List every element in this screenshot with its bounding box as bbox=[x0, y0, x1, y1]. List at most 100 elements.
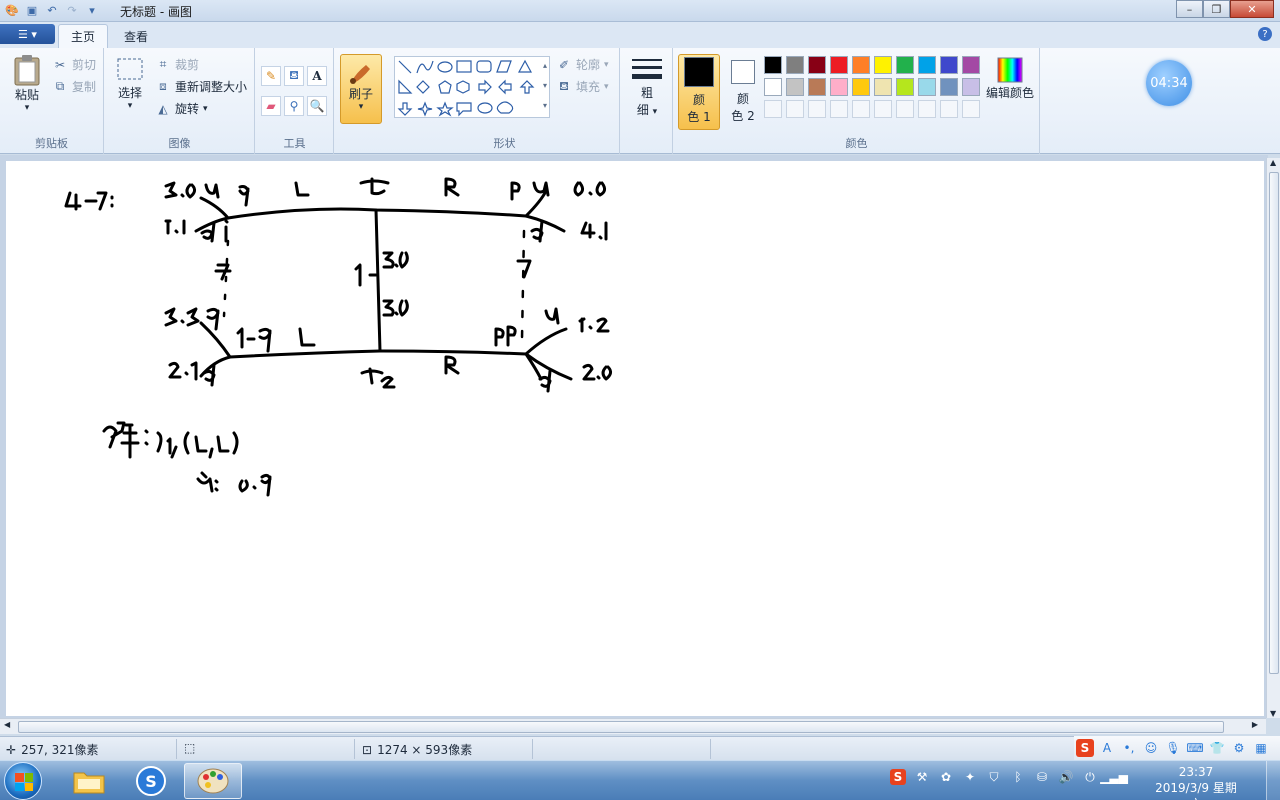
paste-button[interactable]: 粘贴 ▾ bbox=[10, 54, 44, 113]
minimize-button[interactable]: – bbox=[1176, 0, 1203, 18]
fill-tool[interactable]: ⛾ bbox=[284, 66, 304, 86]
color-swatch[interactable] bbox=[786, 56, 804, 74]
custom-color-slot[interactable] bbox=[808, 100, 826, 118]
select-button[interactable]: 选择 ▾ bbox=[113, 56, 147, 111]
pencil-tool[interactable]: ✎ bbox=[261, 66, 281, 86]
sogou-ime-icon[interactable]: S bbox=[1076, 739, 1094, 757]
signal-icon[interactable]: ▁▃▅ bbox=[1100, 769, 1128, 785]
tab-view[interactable]: 查看 bbox=[112, 24, 160, 48]
custom-color-slot[interactable] bbox=[764, 100, 782, 118]
color-swatch[interactable] bbox=[830, 56, 848, 74]
taskbar-paint[interactable] bbox=[184, 763, 242, 799]
color1-selector[interactable]: 颜 色 1 bbox=[678, 54, 720, 130]
crop-button[interactable]: ⌗ 裁剪 bbox=[155, 56, 199, 73]
resize-button[interactable]: ⧈ 重新调整大小 bbox=[155, 78, 247, 95]
volume-icon[interactable]: 🔊 bbox=[1058, 769, 1074, 785]
custom-color-slot[interactable] bbox=[896, 100, 914, 118]
floating-clock-widget[interactable]: 04:34 bbox=[1146, 60, 1192, 106]
taskbar-explorer[interactable] bbox=[60, 763, 118, 799]
drawing-canvas[interactable] bbox=[6, 161, 1264, 716]
color-swatch[interactable] bbox=[852, 78, 870, 96]
color2-selector[interactable]: 颜 色 2 bbox=[722, 54, 764, 130]
horizontal-scrollbar[interactable]: ◀ ▶ bbox=[0, 718, 1266, 734]
custom-color-slot[interactable] bbox=[962, 100, 980, 118]
copy-button[interactable]: ⧉ 复制 bbox=[52, 78, 96, 95]
close-button[interactable]: ✕ bbox=[1230, 0, 1274, 18]
vertical-scrollbar[interactable]: ▲ ▼ bbox=[1266, 158, 1280, 718]
shapes-scroll[interactable]: ▴ ▾ ▾ bbox=[540, 56, 550, 118]
color-swatch[interactable] bbox=[918, 78, 936, 96]
power-icon[interactable]: ⏻ bbox=[1082, 769, 1098, 785]
vertical-scroll-thumb[interactable] bbox=[1269, 172, 1279, 674]
show-desktop-button[interactable] bbox=[1266, 761, 1280, 800]
color-swatch[interactable] bbox=[852, 56, 870, 74]
network-icon[interactable]: ⛁ bbox=[1034, 769, 1050, 785]
help-icon[interactable]: ? bbox=[1258, 27, 1272, 41]
color-swatch[interactable] bbox=[786, 78, 804, 96]
eraser-tool[interactable]: ▰ bbox=[261, 96, 281, 116]
color-swatch[interactable] bbox=[896, 56, 914, 74]
color-swatch[interactable] bbox=[962, 56, 980, 74]
customize-qat-icon[interactable]: ▾ bbox=[84, 2, 100, 18]
custom-color-slot[interactable] bbox=[786, 100, 804, 118]
flower-app-icon[interactable]: ✿ bbox=[938, 769, 954, 785]
start-button[interactable] bbox=[4, 762, 42, 800]
file-menu-button[interactable]: ☰ ▾ bbox=[0, 24, 55, 44]
custom-color-slot[interactable] bbox=[918, 100, 936, 118]
sogou-tray-icon[interactable]: S bbox=[890, 769, 906, 785]
color-swatch[interactable] bbox=[874, 78, 892, 96]
paint-palette-icon[interactable]: 🎨 bbox=[4, 2, 20, 18]
ime-tools-icon[interactable]: ⚙ bbox=[1230, 739, 1248, 757]
ime-language-icon[interactable]: A bbox=[1098, 739, 1116, 757]
color-swatch[interactable] bbox=[918, 56, 936, 74]
magnifier-tool[interactable]: 🔍 bbox=[307, 96, 327, 116]
edit-colors-button[interactable]: 编辑颜色 bbox=[984, 56, 1036, 101]
ime-grid-icon[interactable]: ▦ bbox=[1252, 739, 1270, 757]
image-group-label: 图像 bbox=[168, 137, 191, 150]
maximize-button[interactable]: ❐ bbox=[1203, 0, 1230, 18]
ime-voice-icon[interactable]: 🎙 bbox=[1164, 739, 1182, 757]
color-swatch[interactable] bbox=[764, 78, 782, 96]
color-swatch[interactable] bbox=[940, 78, 958, 96]
custom-color-slot[interactable] bbox=[852, 100, 870, 118]
color-swatch[interactable] bbox=[830, 78, 848, 96]
color-swatch[interactable] bbox=[940, 56, 958, 74]
network-tools-icon[interactable]: ⚒ bbox=[914, 769, 930, 785]
save-icon[interactable]: ▣ bbox=[24, 2, 40, 18]
shapes-gallery[interactable] bbox=[394, 56, 550, 118]
color-swatch[interactable] bbox=[808, 78, 826, 96]
ime-skin-icon[interactable]: 👕 bbox=[1208, 739, 1226, 757]
color-swatch[interactable] bbox=[874, 56, 892, 74]
taskbar-sogou-browser[interactable]: S bbox=[122, 763, 180, 799]
color-picker-tool[interactable]: ⚲ bbox=[284, 96, 304, 116]
redo-icon[interactable]: ↷ bbox=[64, 2, 80, 18]
ime-punctuation-icon[interactable]: •, bbox=[1120, 739, 1138, 757]
color-swatch[interactable] bbox=[962, 78, 980, 96]
ime-emoji-icon[interactable]: ☺ bbox=[1142, 739, 1160, 757]
scroll-down-icon[interactable]: ▼ bbox=[1270, 709, 1276, 718]
tab-home[interactable]: 主页 bbox=[58, 24, 109, 48]
color-swatch[interactable] bbox=[808, 56, 826, 74]
security-shield-icon[interactable]: ⛉ bbox=[986, 769, 1002, 785]
ime-keyboard-icon[interactable]: ⌨ bbox=[1186, 739, 1204, 757]
color-swatch[interactable] bbox=[764, 56, 782, 74]
bluetooth-icon[interactable]: ᛒ bbox=[1010, 769, 1026, 785]
cut-button[interactable]: ✂ 剪切 bbox=[52, 56, 96, 73]
taskbar-clock[interactable]: 23:37 2019/3/9 星期六 bbox=[1150, 764, 1242, 800]
custom-color-slot[interactable] bbox=[940, 100, 958, 118]
custom-color-slot[interactable] bbox=[830, 100, 848, 118]
outline-button[interactable]: ✐ 轮廓 ▾ bbox=[556, 56, 609, 73]
scroll-up-icon[interactable]: ▲ bbox=[1270, 158, 1276, 167]
brushes-button[interactable]: 刷子 ▾ bbox=[340, 54, 382, 124]
rotate-button[interactable]: ◭ 旋转 ▾ bbox=[155, 100, 207, 117]
text-tool[interactable]: A bbox=[307, 66, 327, 86]
undo-icon[interactable]: ↶ bbox=[44, 2, 60, 18]
size-button[interactable]: 粗 细 ▾ bbox=[627, 56, 667, 118]
fill-button[interactable]: ⛾ 填充 ▾ bbox=[556, 78, 608, 95]
color-swatch[interactable] bbox=[896, 78, 914, 96]
scroll-right-icon[interactable]: ▶ bbox=[1252, 720, 1258, 729]
tray-app-icon[interactable]: ✦ bbox=[962, 769, 978, 785]
custom-color-slot[interactable] bbox=[874, 100, 892, 118]
horizontal-scroll-thumb[interactable] bbox=[18, 721, 1224, 733]
scroll-left-icon[interactable]: ◀ bbox=[4, 720, 10, 729]
